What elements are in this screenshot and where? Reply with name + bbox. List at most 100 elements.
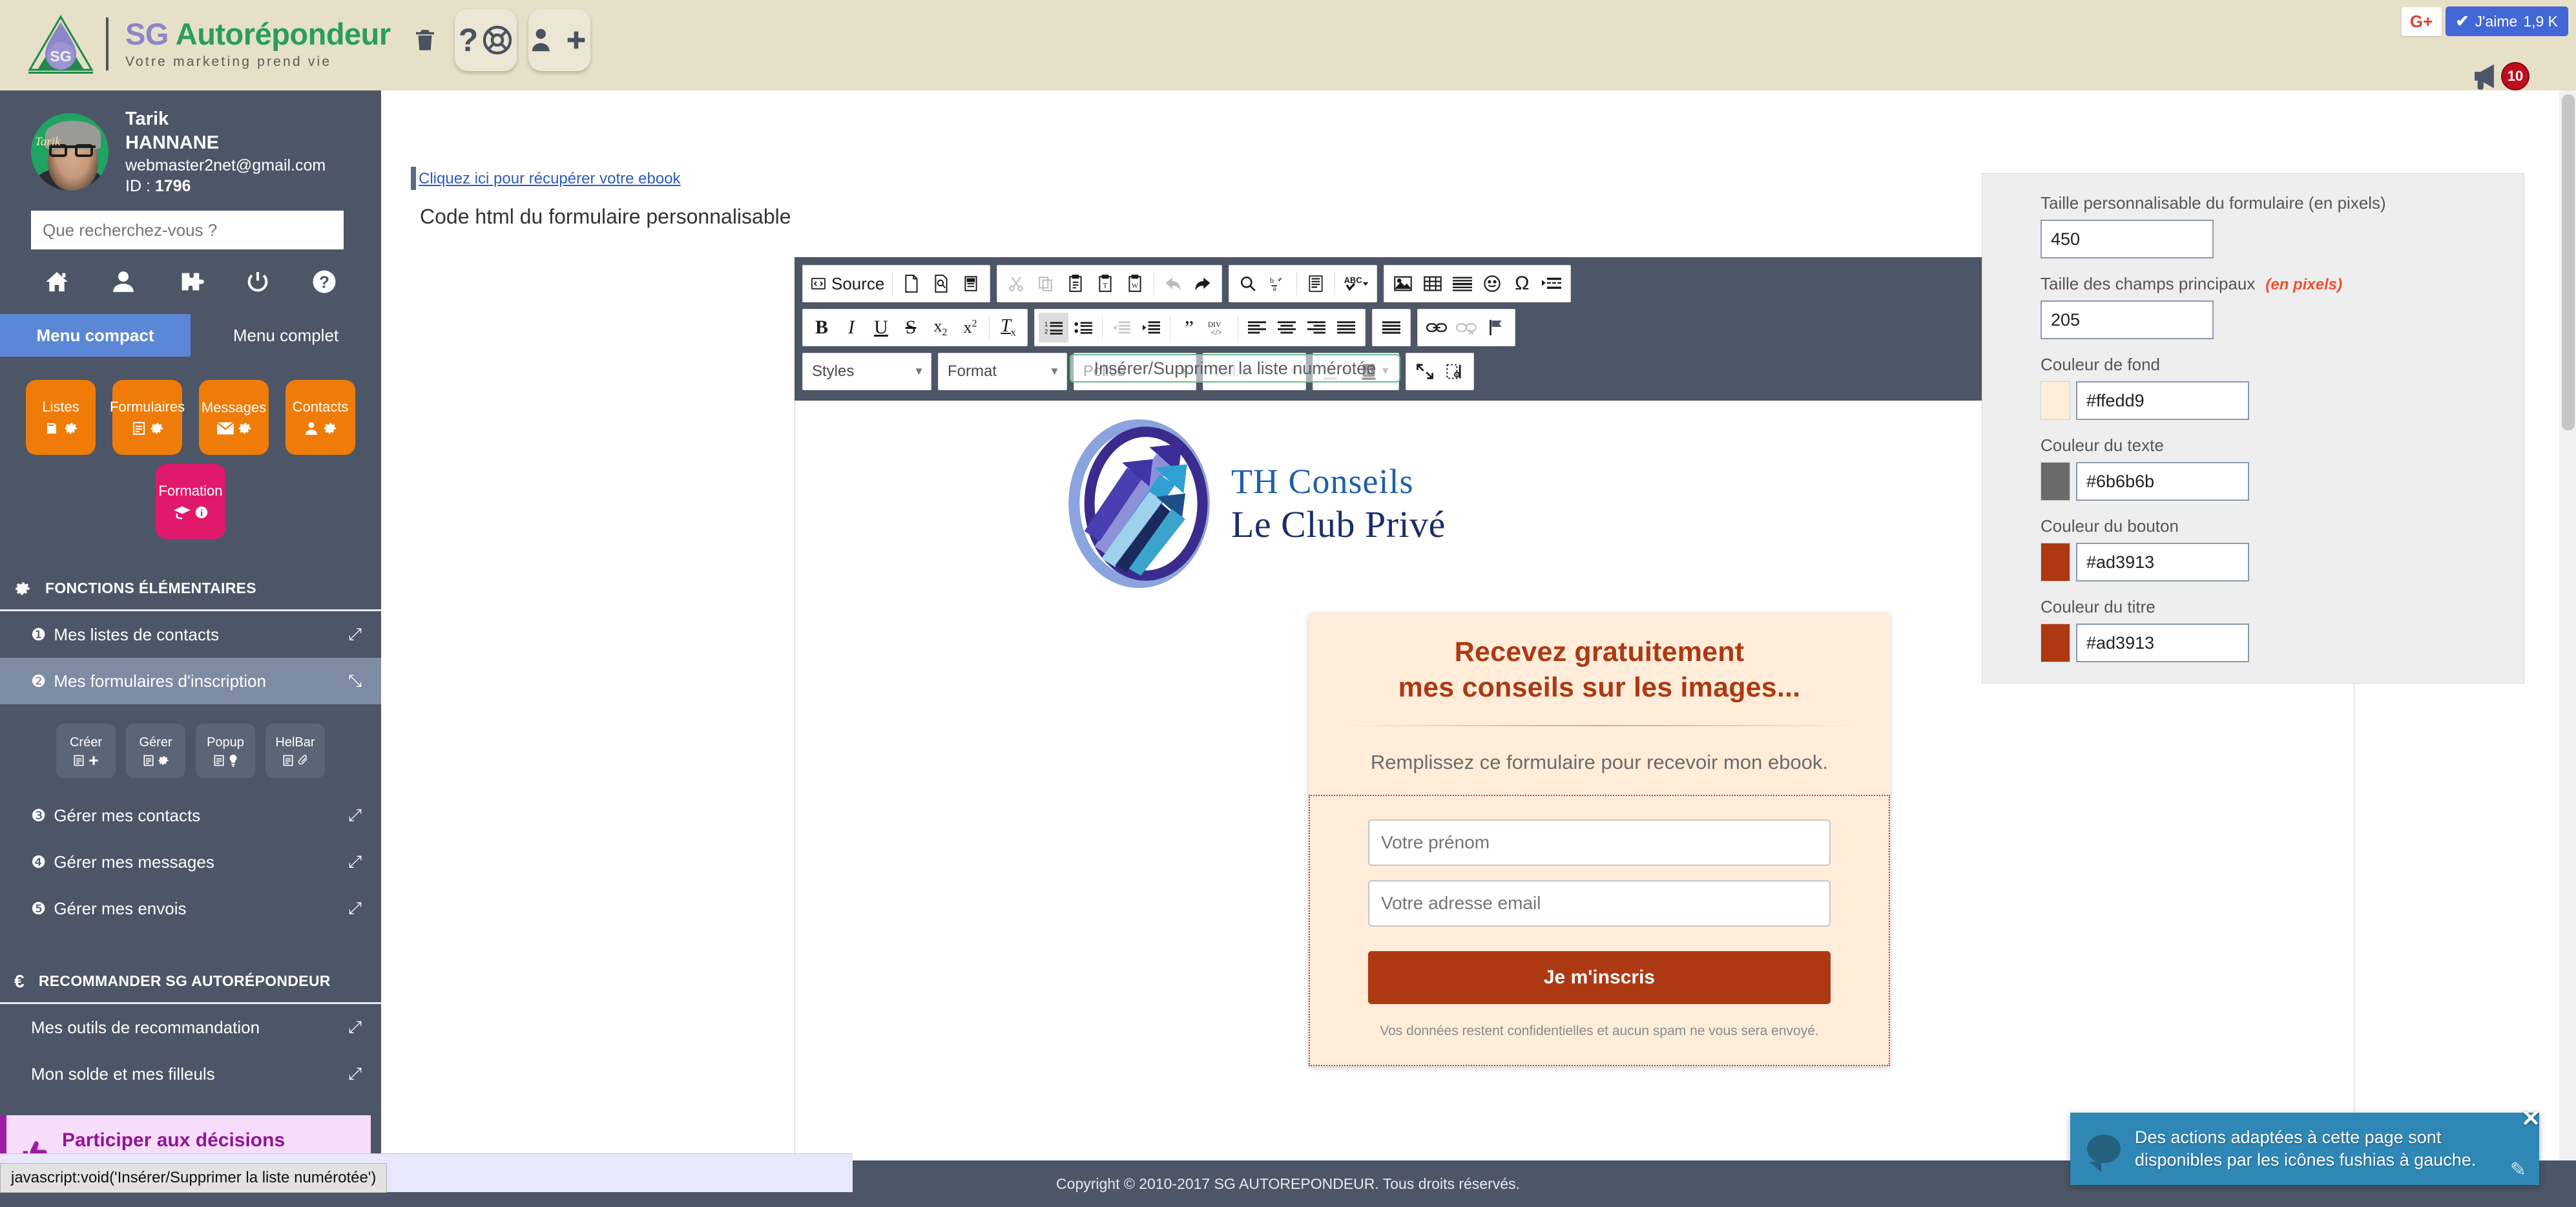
expand-icon[interactable]: ⤢ xyxy=(348,1064,362,1084)
select-all-button[interactable] xyxy=(1301,269,1331,299)
tile-formulaires[interactable]: Formulaires xyxy=(110,380,185,456)
new-page-button[interactable] xyxy=(897,269,926,299)
cut-button[interactable] xyxy=(1001,269,1031,299)
redo-button[interactable] xyxy=(1188,269,1218,299)
subtile-gerer[interactable]: Gérer xyxy=(126,724,185,779)
undo-button[interactable] xyxy=(1158,269,1188,299)
source-button[interactable]: Source xyxy=(807,269,888,299)
indent-button[interactable] xyxy=(1136,313,1166,342)
help-toast[interactable]: Des actions adaptées à cette page sont d… xyxy=(2070,1113,2539,1185)
announcements-button[interactable]: 10 xyxy=(2471,61,2529,91)
sidebar-item-gerer-envois[interactable]: ❺ Gérer mes envois ⤢ xyxy=(0,885,381,932)
subtile-popup[interactable]: Popup xyxy=(196,724,255,779)
bulleted-list-button[interactable] xyxy=(1068,313,1098,342)
remove-format-button[interactable]: Tx xyxy=(993,313,1023,342)
align-right-button[interactable] xyxy=(1302,313,1331,342)
page-scrollbar[interactable] xyxy=(2559,90,2576,1207)
expand-icon[interactable]: ⤢ xyxy=(348,1017,362,1038)
align-left-button[interactable] xyxy=(1242,313,1272,342)
user-icon[interactable] xyxy=(100,258,147,305)
help-support-button[interactable]: ? xyxy=(455,9,517,71)
subtile-creer[interactable]: Créer xyxy=(56,724,116,779)
paste-word-button[interactable]: W xyxy=(1120,269,1150,299)
tab-menu-complet[interactable]: Menu complet xyxy=(191,314,381,357)
ebook-link[interactable]: Cliquez ici pour récupérer votre ebook xyxy=(419,170,681,188)
horizontal-rule-button[interactable] xyxy=(1448,269,1477,299)
tab-menu-compact[interactable]: Menu compact xyxy=(0,314,191,357)
replace-button[interactable]: ba xyxy=(1263,269,1293,299)
sidebar-item-mes-formulaires[interactable]: ❷ Mes formulaires d'inscription ⤡ xyxy=(0,658,381,705)
app-logo[interactable]: SG SG Autorépondeur Votre marketing pren… xyxy=(25,8,391,80)
strike-button[interactable]: S xyxy=(896,313,926,342)
google-plus-button[interactable]: G+ xyxy=(2401,6,2442,36)
italic-button[interactable]: I xyxy=(836,313,866,342)
sidebar-item-gerer-contacts[interactable]: ❸ Gérer mes contacts ⤢ xyxy=(0,792,381,839)
bidi-button[interactable] xyxy=(1376,313,1406,342)
puzzle-icon[interactable] xyxy=(167,258,214,305)
sidebar-item-gerer-messages[interactable]: ❹ Gérer mes messages ⤢ xyxy=(0,839,381,885)
format-combo[interactable]: Format ▼ xyxy=(938,353,1067,390)
tile-contacts[interactable]: Contacts xyxy=(286,380,355,456)
unlink-button[interactable] xyxy=(1451,313,1481,342)
expand-icon[interactable]: ⤢ xyxy=(348,898,362,919)
tile-formation[interactable]: Formation i xyxy=(156,464,225,540)
expand-icon[interactable]: ⤢ xyxy=(348,852,362,872)
spellcheck-button[interactable]: ABC xyxy=(1339,269,1373,299)
background-color-input[interactable] xyxy=(2076,381,2249,420)
numbered-list-button[interactable]: 12 xyxy=(1039,313,1068,342)
brand-logo-block[interactable]: TH Conseils Le Club Privé xyxy=(1054,415,1532,593)
underline-button[interactable]: U xyxy=(866,313,896,342)
tile-messages[interactable]: Messages xyxy=(199,380,269,456)
home-icon[interactable] xyxy=(34,258,80,305)
find-button[interactable] xyxy=(1233,269,1263,299)
title-color-swatch[interactable] xyxy=(2041,624,2070,662)
link-button[interactable] xyxy=(1422,313,1451,342)
styles-combo[interactable]: Styles ▼ xyxy=(802,353,931,390)
table-button[interactable] xyxy=(1418,269,1448,299)
show-blocks-button[interactable] xyxy=(1440,357,1470,386)
search-input[interactable] xyxy=(31,211,344,250)
firstname-input[interactable] xyxy=(1368,819,1831,866)
help-circle-icon[interactable]: ? xyxy=(301,258,348,305)
toast-close-button[interactable]: ✕ xyxy=(2521,1105,2540,1132)
expand-icon[interactable]: ⤢ xyxy=(348,805,362,826)
text-color-input[interactable] xyxy=(2076,462,2249,501)
trash-icon[interactable] xyxy=(407,17,443,63)
anchor-button[interactable] xyxy=(1481,313,1511,342)
subscript-button[interactable]: x2 xyxy=(926,313,955,342)
align-justify-button[interactable] xyxy=(1331,313,1361,342)
subscribe-button[interactable]: Je m'inscris xyxy=(1368,951,1831,1005)
facebook-like-button[interactable]: ✔ J'aime 1,9 K xyxy=(2445,6,2568,36)
bold-button[interactable]: B xyxy=(807,313,836,342)
subtile-helbar[interactable]: HelBar xyxy=(265,724,325,779)
avatar[interactable]: Tarik xyxy=(31,113,109,191)
power-icon[interactable] xyxy=(234,258,281,305)
tile-listes[interactable]: Listes xyxy=(26,380,96,456)
image-button[interactable] xyxy=(1388,269,1418,299)
add-user-button[interactable] xyxy=(528,9,590,71)
text-color-swatch[interactable] xyxy=(2041,462,2070,501)
paste-text-button[interactable]: T xyxy=(1090,269,1120,299)
maximize-button[interactable] xyxy=(1410,357,1440,386)
special-char-button[interactable]: Ω xyxy=(1507,269,1537,299)
sidebar-item-mes-listes[interactable]: ❶ Mes listes de contacts ⤢ xyxy=(0,611,381,658)
form-width-input[interactable] xyxy=(2041,220,2214,258)
div-container-button[interactable]: DIV </> xyxy=(1204,313,1234,342)
paste-button[interactable] xyxy=(1061,269,1090,299)
sidebar-item-outils-recommandation[interactable]: Mes outils de recommandation ⤢ xyxy=(0,1004,381,1051)
background-color-swatch[interactable] xyxy=(2041,381,2070,420)
superscript-button[interactable]: x2 xyxy=(955,313,985,342)
preview-button[interactable] xyxy=(926,269,956,299)
collapse-icon[interactable]: ⤡ xyxy=(348,671,362,691)
main-fields-width-input[interactable] xyxy=(2041,300,2214,339)
sidebar-item-solde-filleuls[interactable]: Mon solde et mes filleuls ⤢ xyxy=(0,1051,381,1097)
email-input[interactable] xyxy=(1368,880,1831,927)
button-color-input[interactable] xyxy=(2076,543,2249,582)
page-break-button[interactable] xyxy=(1537,269,1566,299)
blockquote-button[interactable]: ” xyxy=(1174,313,1204,342)
smiley-button[interactable] xyxy=(1477,269,1507,299)
outdent-button[interactable] xyxy=(1106,313,1136,342)
optin-form-preview[interactable]: Recevez gratuitement mes conseils sur le… xyxy=(1309,613,1890,1067)
templates-button[interactable] xyxy=(956,269,986,299)
expand-icon[interactable]: ⤢ xyxy=(348,624,362,645)
